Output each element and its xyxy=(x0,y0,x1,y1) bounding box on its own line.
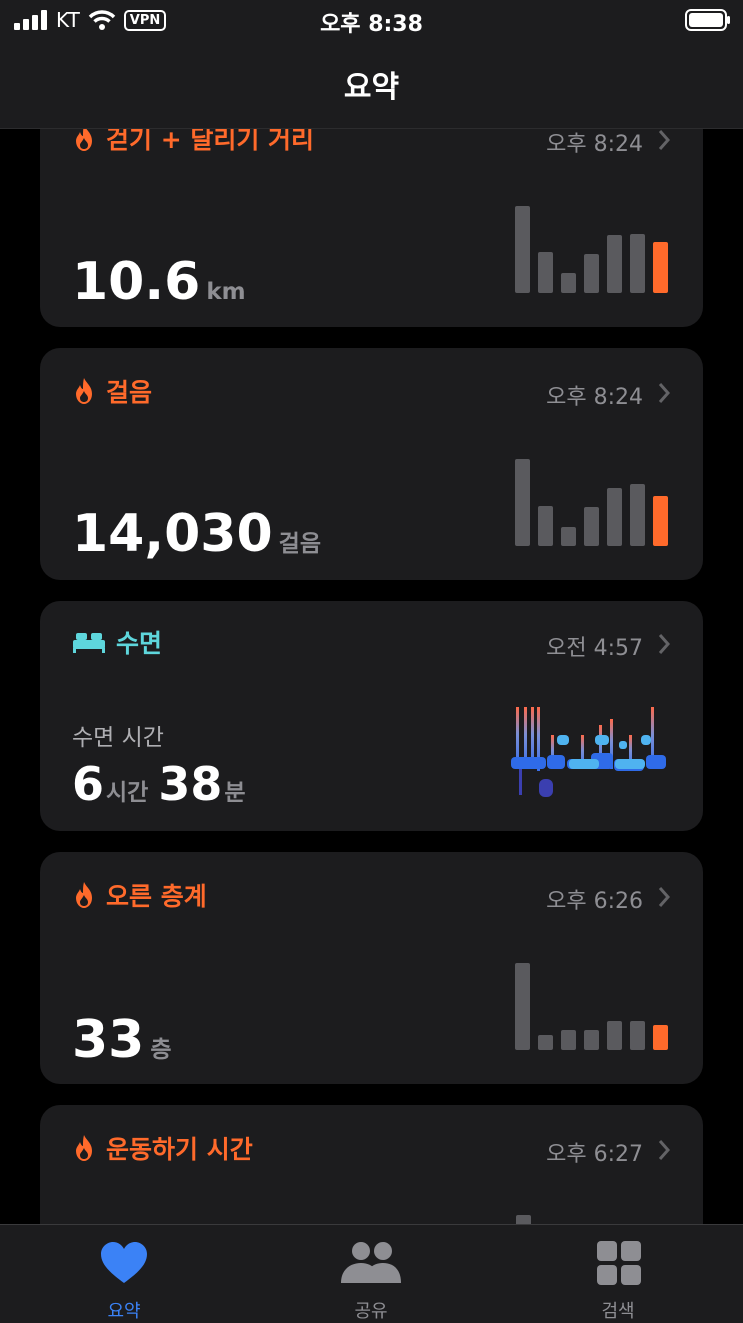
card-exercise-minutes[interactable]: 운동하기 시간 오후 6:27 xyxy=(40,1105,703,1224)
chart-bar xyxy=(561,273,576,293)
summary-scroll[interactable]: 걷기 + 달리기 거리 오후 8:24 10.6 km 걸음 오후 8:24 1… xyxy=(0,0,743,1224)
tab-label: 공유 xyxy=(354,1301,388,1322)
heart-icon xyxy=(101,1242,147,1283)
sleep-minutes: 38 xyxy=(158,757,223,811)
sleep-duration-value: 6 시간 38 분 xyxy=(72,757,246,811)
card-steps[interactable]: 걸음 오후 8:24 14,030 걸음 xyxy=(40,348,703,580)
tab-bar: 요약 공유 검색 xyxy=(0,1224,743,1323)
tab-label: 요약 xyxy=(107,1301,141,1322)
sleep-duration-label: 수면 시간 xyxy=(72,725,164,751)
chart-bar xyxy=(538,252,553,293)
chevron-right-icon xyxy=(658,634,671,654)
flame-icon xyxy=(76,882,92,908)
card-title: 운동하기 시간 xyxy=(106,1135,253,1164)
grid-icon xyxy=(597,1241,641,1285)
value-unit: 걸음 xyxy=(278,531,321,557)
status-time: 오후 8:38 xyxy=(320,12,423,37)
chart-bar xyxy=(630,234,645,293)
card-timestamp: 오후 6:26 xyxy=(546,889,643,914)
chart-bar xyxy=(538,1035,553,1050)
chart-bar xyxy=(630,484,645,546)
exercise-bar-partial xyxy=(516,1215,531,1224)
chart-bar xyxy=(630,1021,645,1050)
page-title: 요약 xyxy=(343,70,400,105)
tab-label: 검색 xyxy=(601,1301,635,1322)
people-icon xyxy=(341,1242,401,1283)
card-timestamp: 오후 6:27 xyxy=(546,1142,643,1167)
card-timestamp: 오후 8:24 xyxy=(546,132,643,157)
chart-bar xyxy=(561,1030,576,1050)
value-unit: km xyxy=(206,279,246,305)
card-sleep[interactable]: 수면 오전 4:57 수면 시간 6 시간 38 분 xyxy=(40,601,703,831)
chart-bar xyxy=(607,1021,622,1050)
flame-icon xyxy=(76,378,92,404)
chart-bar xyxy=(584,254,599,293)
steps-value: 14,030 걸음 xyxy=(72,504,321,564)
card-walking-running-distance[interactable]: 걷기 + 달리기 거리 오후 8:24 10.6 km xyxy=(40,110,703,327)
chart-bar xyxy=(561,527,576,546)
card-title: 수면 xyxy=(116,629,163,658)
distance-value: 10.6 km xyxy=(72,252,246,312)
chart-bar xyxy=(653,242,668,293)
tab-browse[interactable]: 검색 xyxy=(494,1225,742,1323)
floors-bar-chart xyxy=(515,960,669,1050)
chart-bar xyxy=(584,507,599,546)
value-unit: 층 xyxy=(150,1037,172,1063)
value-number: 14,030 xyxy=(72,504,273,564)
chart-bar xyxy=(515,459,530,546)
flame-icon xyxy=(76,1135,92,1161)
card-timestamp: 오후 8:24 xyxy=(546,385,643,410)
chevron-right-icon xyxy=(658,887,671,907)
chart-bar xyxy=(538,506,553,546)
card-title: 오른 층계 xyxy=(106,882,207,911)
card-flights-climbed[interactable]: 오른 층계 오후 6:26 33 층 xyxy=(40,852,703,1084)
battery-icon xyxy=(685,9,730,31)
card-timestamp: 오전 4:57 xyxy=(546,636,643,661)
sleep-stages-chart xyxy=(511,707,666,797)
chart-bar xyxy=(515,206,530,293)
value-number: 10.6 xyxy=(72,252,201,312)
tab-summary[interactable]: 요약 xyxy=(0,1225,248,1323)
distance-bar-chart xyxy=(515,203,669,293)
chart-bar xyxy=(515,963,530,1050)
chart-bar xyxy=(653,496,668,546)
chart-bar xyxy=(653,1025,668,1050)
chevron-right-icon xyxy=(658,1140,671,1160)
sleep-hours: 6 xyxy=(72,757,105,811)
chart-bar xyxy=(607,488,622,546)
chevron-right-icon xyxy=(658,130,671,150)
chart-bar xyxy=(607,235,622,293)
chevron-right-icon xyxy=(658,383,671,403)
sleep-minutes-unit: 분 xyxy=(224,780,246,806)
sleep-hours-unit: 시간 xyxy=(106,780,149,806)
navigation-bar: 요약 xyxy=(0,40,743,129)
bed-icon xyxy=(73,633,105,653)
tab-sharing[interactable]: 공유 xyxy=(247,1225,495,1323)
floors-value: 33 층 xyxy=(72,1010,172,1070)
chart-bar xyxy=(584,1030,599,1050)
status-bar: KT VPN 오후 8:38 xyxy=(0,0,743,40)
card-title: 걸음 xyxy=(106,378,153,407)
steps-bar-chart xyxy=(515,456,669,546)
value-number: 33 xyxy=(72,1010,145,1070)
